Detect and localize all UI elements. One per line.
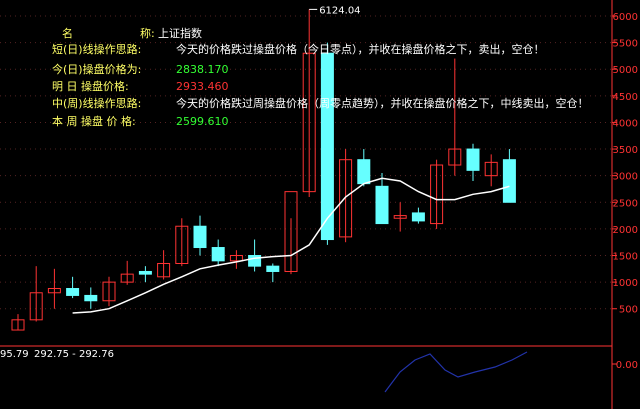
short-term-text: 今天的价格跌过操盘价格（今日零点），并收在操盘价格之下，卖出，空仓！: [176, 43, 545, 56]
candle-down: [375, 185, 389, 225]
week-price-label: 本 周 操盘 价 格:: [52, 115, 136, 128]
candle-down: [466, 148, 480, 171]
indicator-panel: 0.00: [384, 351, 638, 393]
axis-tick-label: 1500: [613, 252, 638, 263]
axis-tick-label: 2000: [613, 225, 638, 236]
candle-down: [138, 270, 152, 275]
axis-tick-label: 5000: [613, 65, 638, 76]
candle-down: [66, 288, 80, 296]
chart-window: 6000 5500 5000 4500 4000 3500 3000 2500 2000 1500…: [0, 0, 640, 409]
axis-tick-label: 1000: [613, 278, 638, 289]
indicator-line: [384, 351, 528, 393]
high-value-label: 6124.04: [319, 5, 360, 16]
short-term-label: 短(日)线操作思路:: [52, 43, 142, 56]
lower-axis-label: 0.00: [616, 360, 638, 371]
name-label-suffix: 称:: [140, 27, 155, 40]
axis-tick-label: 4500: [613, 92, 638, 103]
candle-down: [320, 52, 334, 241]
candle-down: [411, 212, 425, 222]
mid-term-text: 今天的价格跌过周操盘价格（周零点趋势），并收在操盘价格之下，中线卖出，空仓！: [176, 97, 589, 110]
low-value-label: 95.79: [0, 349, 29, 360]
candle-down: [211, 247, 225, 262]
axis-tick-label: 2500: [613, 198, 638, 209]
axis-tick-label: 5500: [613, 39, 638, 50]
candle-down: [502, 159, 516, 203]
axis-tick-label: 3500: [613, 145, 638, 156]
axis-tick-label: 3000: [613, 172, 638, 183]
range-label: 292.75 - 292.76: [34, 349, 114, 360]
candle-down: [266, 265, 280, 272]
axis-tick-label: 4000: [613, 118, 638, 129]
axis-tick-label: 500: [619, 305, 638, 316]
candle-down: [193, 225, 207, 249]
week-price-value: 2599.610: [176, 115, 229, 128]
axis-tick-label: 6000: [613, 12, 638, 23]
candle-down: [357, 159, 371, 185]
candle-down: [84, 294, 98, 302]
mid-term-label: 中(周)线操作思路:: [52, 97, 142, 110]
